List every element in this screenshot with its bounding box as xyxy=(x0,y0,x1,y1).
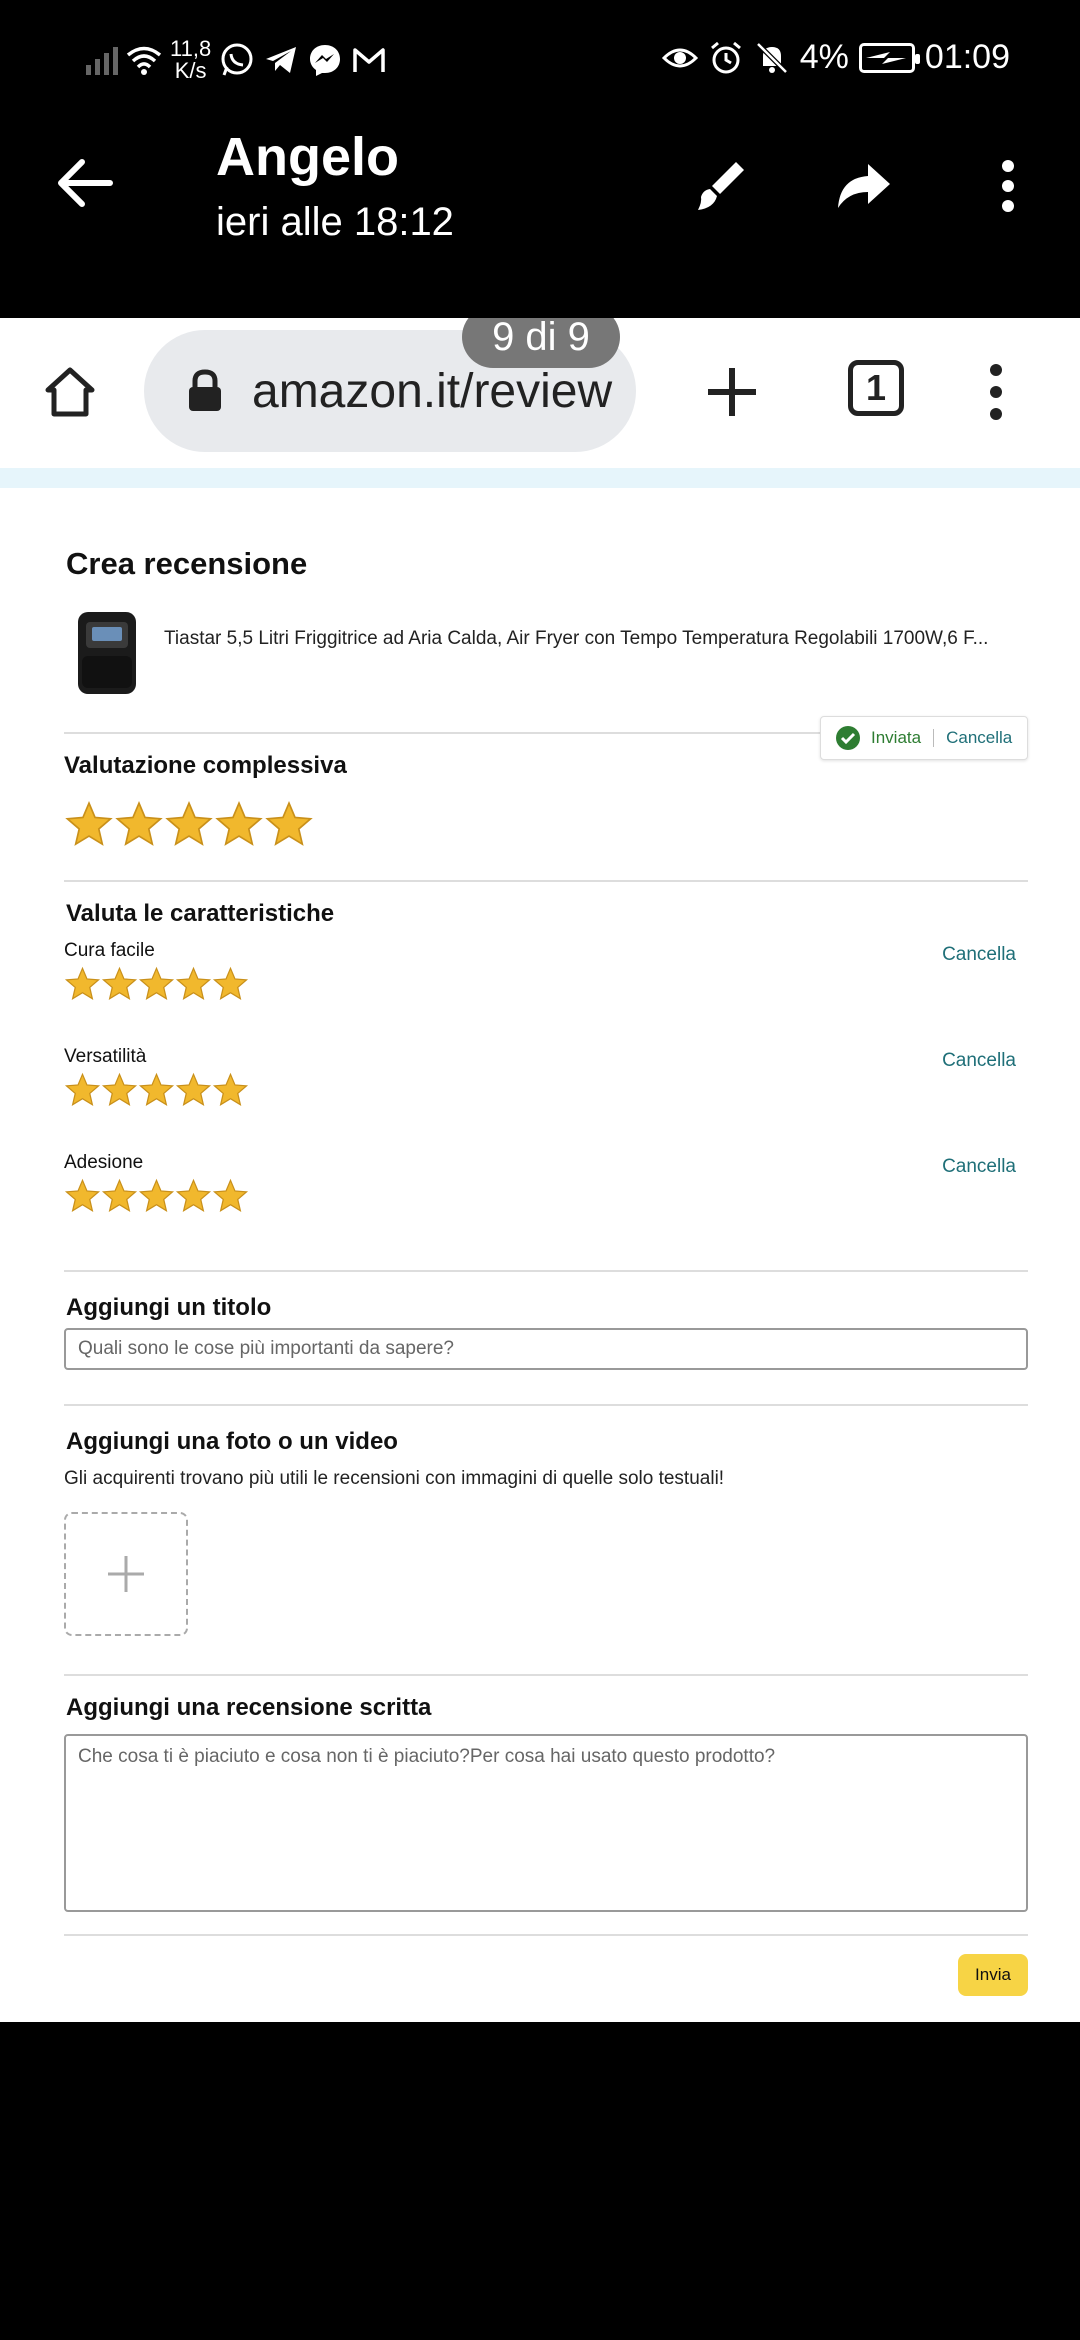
battery-charging-icon xyxy=(858,42,920,73)
star-icon[interactable] xyxy=(101,966,138,1003)
more-vert-icon[interactable] xyxy=(978,156,1038,216)
star-icon[interactable] xyxy=(138,966,175,1003)
separator xyxy=(933,729,935,747)
written-review-textarea[interactable] xyxy=(64,1734,1028,1912)
star-icon[interactable] xyxy=(64,800,114,850)
overall-cancel-link[interactable]: Cancella xyxy=(946,728,1012,748)
check-circle-icon xyxy=(836,726,860,750)
page-title: Crea recensione xyxy=(66,546,308,581)
feature-cancel-adesione[interactable]: Cancella xyxy=(942,1156,1016,1178)
overall-rating-label: Valutazione complessiva xyxy=(64,752,347,779)
overall-star-rating[interactable] xyxy=(64,800,314,850)
signal-icon xyxy=(86,45,118,75)
star-icon[interactable] xyxy=(64,966,101,1003)
gmail-icon xyxy=(353,48,385,72)
star-icon[interactable] xyxy=(114,800,164,850)
star-icon[interactable] xyxy=(212,966,249,1003)
viewer-header: Angelo ieri alle 18:12 xyxy=(0,120,1080,320)
product-title[interactable]: Tiastar 5,5 Litri Friggitrice ad Aria Ca… xyxy=(164,628,1024,650)
brush-icon[interactable] xyxy=(690,156,750,216)
home-icon[interactable] xyxy=(40,362,100,422)
submit-button[interactable]: Invia xyxy=(958,1954,1028,1996)
media-hint: Gli acquirenti trovano più utili le rece… xyxy=(64,1468,725,1489)
browser-toolbar: amazon.it/review 1 9 di 9 xyxy=(0,318,1080,468)
star-icon[interactable] xyxy=(64,1072,101,1109)
feature-label-versatilita: Versatilità xyxy=(64,1046,147,1067)
speed-unit: K/s xyxy=(174,58,207,83)
feature-label-cura-facile: Cura facile xyxy=(64,940,155,961)
back-arrow-icon[interactable] xyxy=(52,150,118,216)
browser-menu-icon[interactable] xyxy=(966,362,1026,422)
notifications-off-icon xyxy=(755,41,788,74)
status-bar: 11,8 K/s 4% 01:09 xyxy=(0,0,1080,120)
image-counter: 9 di 9 xyxy=(462,318,620,368)
written-review-label: Aggiungi una recensione scritta xyxy=(66,1694,432,1721)
status-left: 11,8 K/s xyxy=(86,38,387,82)
star-icon[interactable] xyxy=(175,1072,212,1109)
messenger-icon xyxy=(310,45,341,76)
sender-name: Angelo xyxy=(216,127,399,187)
divider xyxy=(64,1404,1028,1406)
divider xyxy=(64,1934,1028,1936)
review-title-input[interactable] xyxy=(64,1328,1028,1370)
features-label: Valuta le caratteristiche xyxy=(66,900,335,927)
rating-status-box: Inviata Cancella xyxy=(820,716,1028,760)
page-top-band xyxy=(0,468,1080,488)
divider xyxy=(64,1270,1028,1272)
product-image xyxy=(78,612,136,694)
star-icon[interactable] xyxy=(138,1178,175,1215)
whatsapp-icon xyxy=(221,43,253,76)
star-icon[interactable] xyxy=(214,800,264,850)
divider xyxy=(64,880,1028,882)
speed-value: 11,8 xyxy=(170,36,212,61)
feature-stars-adesione[interactable] xyxy=(64,1178,249,1215)
title-section-label: Aggiungi un titolo xyxy=(66,1294,272,1321)
feature-cancel-versatilita[interactable]: Cancella xyxy=(942,1050,1016,1072)
clock: 01:09 xyxy=(924,38,1010,76)
forward-icon[interactable] xyxy=(834,156,894,216)
star-icon[interactable] xyxy=(212,1178,249,1215)
star-icon[interactable] xyxy=(212,1072,249,1109)
telegram-icon xyxy=(266,47,297,73)
media-upload-box[interactable] xyxy=(64,1512,188,1636)
lock-icon xyxy=(189,369,221,411)
media-section-label: Aggiungi una foto o un video xyxy=(66,1428,398,1455)
star-icon[interactable] xyxy=(175,1178,212,1215)
star-icon[interactable] xyxy=(164,800,214,850)
feature-label-adesione: Adesione xyxy=(64,1152,144,1173)
eye-icon xyxy=(661,48,698,67)
new-tab-icon[interactable] xyxy=(702,362,762,422)
feature-stars-versatilita[interactable] xyxy=(64,1072,249,1109)
alarm-icon xyxy=(710,41,741,73)
battery-percent: 4% xyxy=(799,38,849,76)
url-text: amazon.it/review xyxy=(252,365,613,418)
divider xyxy=(64,1674,1028,1676)
star-icon[interactable] xyxy=(64,1178,101,1215)
star-icon[interactable] xyxy=(175,966,212,1003)
star-icon[interactable] xyxy=(264,800,314,850)
network-speed: 11,8 K/s xyxy=(170,38,211,82)
tab-switcher[interactable]: 1 xyxy=(848,360,904,416)
shared-screenshot: amazon.it/review 1 9 di 9 Crea recension… xyxy=(0,318,1080,2022)
feature-stars-cura-facile[interactable] xyxy=(64,966,249,1003)
star-icon[interactable] xyxy=(101,1072,138,1109)
star-icon[interactable] xyxy=(138,1072,175,1109)
star-icon[interactable] xyxy=(101,1178,138,1215)
status-right: 4% 01:09 xyxy=(661,38,1010,77)
message-timestamp: ieri alle 18:12 xyxy=(216,200,454,244)
plus-icon xyxy=(108,1556,144,1592)
feature-cancel-cura-facile[interactable]: Cancella xyxy=(942,944,1016,966)
sent-status: Inviata xyxy=(871,728,922,747)
wifi-icon xyxy=(126,46,162,75)
